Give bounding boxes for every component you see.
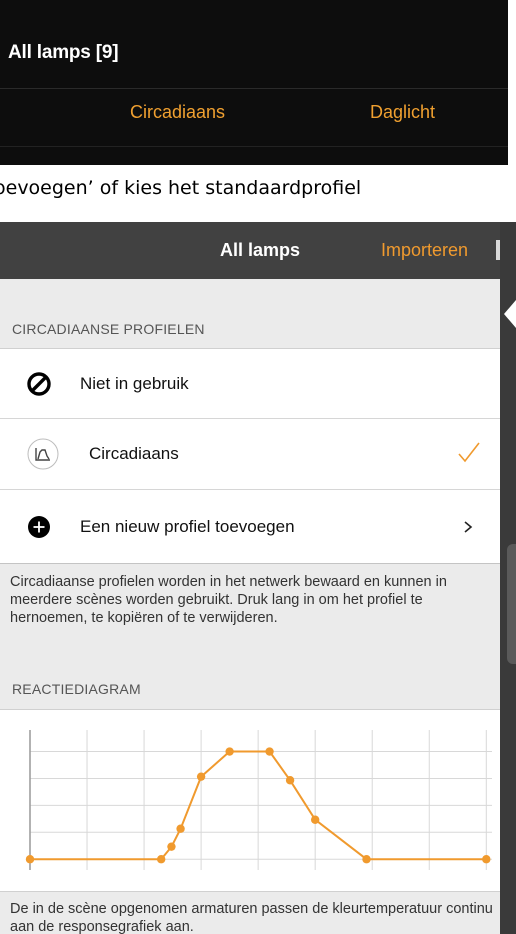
content: CIRCADIAANSE PROFIELEN Niet in gebruik C… xyxy=(0,279,500,934)
circadian-curve-icon xyxy=(27,438,59,470)
chart-point[interactable] xyxy=(482,855,491,864)
top-divider-2 xyxy=(0,146,508,147)
chart-point[interactable] xyxy=(285,776,295,785)
profile-label: Circadiaans xyxy=(89,444,179,463)
chart-point[interactable] xyxy=(225,747,234,756)
tab-circadiaans[interactable]: Circadiaans xyxy=(130,102,225,123)
response-chart xyxy=(0,709,500,892)
import-button[interactable]: Importeren xyxy=(381,240,468,261)
profiles-info-text: Circadiaanse profielen worden in het net… xyxy=(10,574,447,626)
not-in-use-icon xyxy=(27,371,51,396)
side-panel-edge[interactable] xyxy=(500,222,516,934)
profile-label: Niet in gebruik xyxy=(80,373,189,393)
chart-point[interactable] xyxy=(156,855,166,864)
chart-point[interactable] xyxy=(196,772,206,781)
section-header-profiles: CIRCADIAANSE PROFIELEN xyxy=(12,321,205,337)
response-chart-svg xyxy=(25,730,492,870)
app-bar: All lamps Importeren xyxy=(0,222,502,279)
side-panel-arrow-icon[interactable] xyxy=(504,300,516,328)
caption-text: oevoegen’ of kies het standaardprofiel xyxy=(0,177,362,199)
check-icon xyxy=(458,442,480,463)
profile-item-not-in-use[interactable]: Niet in gebruik xyxy=(0,349,500,419)
profile-item-circadiaans[interactable]: Circadiaans xyxy=(0,419,500,490)
chevron-right-icon xyxy=(464,520,473,533)
top-strip: All lamps [9] Circadiaans Daglicht xyxy=(0,0,516,168)
side-panel-handle[interactable] xyxy=(507,544,516,664)
chart-point[interactable] xyxy=(265,747,274,756)
chart-point[interactable] xyxy=(362,855,371,864)
chart-point[interactable] xyxy=(176,824,185,833)
chart-point[interactable] xyxy=(25,855,35,864)
profile-label: Een nieuw profiel toevoegen xyxy=(80,516,295,536)
top-divider xyxy=(0,88,508,89)
top-header: All lamps [9] Circadiaans Daglicht xyxy=(0,0,508,165)
add-circle-icon xyxy=(28,515,50,538)
section-header-diagram: REACTIEDIAGRAM xyxy=(12,681,141,697)
app-screen: All lamps Importeren CIRCADIAANSE PROFIE… xyxy=(0,222,516,934)
response-info-text: De in de scène opgenomen armaturen passe… xyxy=(10,901,493,934)
profile-list: Niet in gebruik Circadiaans Een nieuw pr… xyxy=(0,348,500,564)
chart-point[interactable] xyxy=(310,815,320,824)
chart-point[interactable] xyxy=(167,842,176,851)
tab-daglicht[interactable]: Daglicht xyxy=(370,102,435,123)
add-profile-item[interactable]: Een nieuw profiel toevoegen xyxy=(0,490,500,564)
top-title: All lamps [9] xyxy=(8,42,119,63)
